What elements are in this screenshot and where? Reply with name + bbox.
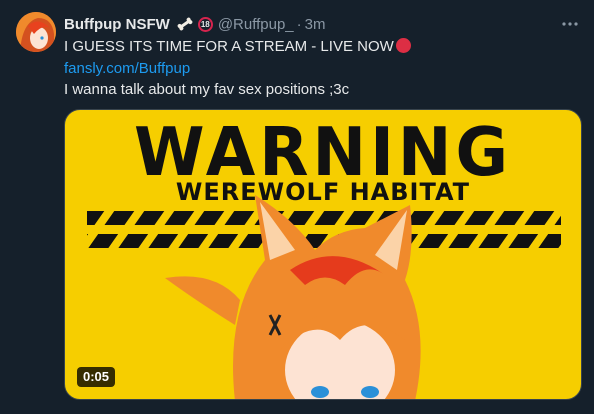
tweet[interactable]: Buffpup NSFW 18 @Ruffpup_ · 3m I GUESS I… [0,0,594,414]
separator-dot: · [296,15,302,33]
video-duration: 0:05 [77,367,116,387]
timestamp[interactable]: 3m [305,16,326,33]
no-under-18-icon: 18 [197,16,213,32]
tweet-link[interactable]: fansly.com/Buffpup [64,59,190,79]
more-icon[interactable] [560,14,580,34]
avatar[interactable] [16,12,56,52]
tweet-text: I GUESS ITS TIME FOR A STREAM - LIVE NOW [64,38,394,55]
video-media[interactable]: WARNING WEREWOLF HABITAT 0:05 [64,109,582,400]
red-circle-icon [395,38,411,53]
tweet-header: Buffpup NSFW 18 @Ruffpup_ · 3m [64,14,326,34]
bone-icon [176,17,194,31]
warning-subtitle: WEREWOLF HABITAT [175,178,471,206]
tweet-text-line: I GUESS ITS TIME FOR A STREAM - LIVE NOW [64,37,411,57]
tweet-text: I wanna talk about my fav sex positions … [64,81,350,98]
handle[interactable]: @Ruffpup_ [218,16,294,33]
display-name[interactable]: Buffpup NSFW [64,16,170,33]
